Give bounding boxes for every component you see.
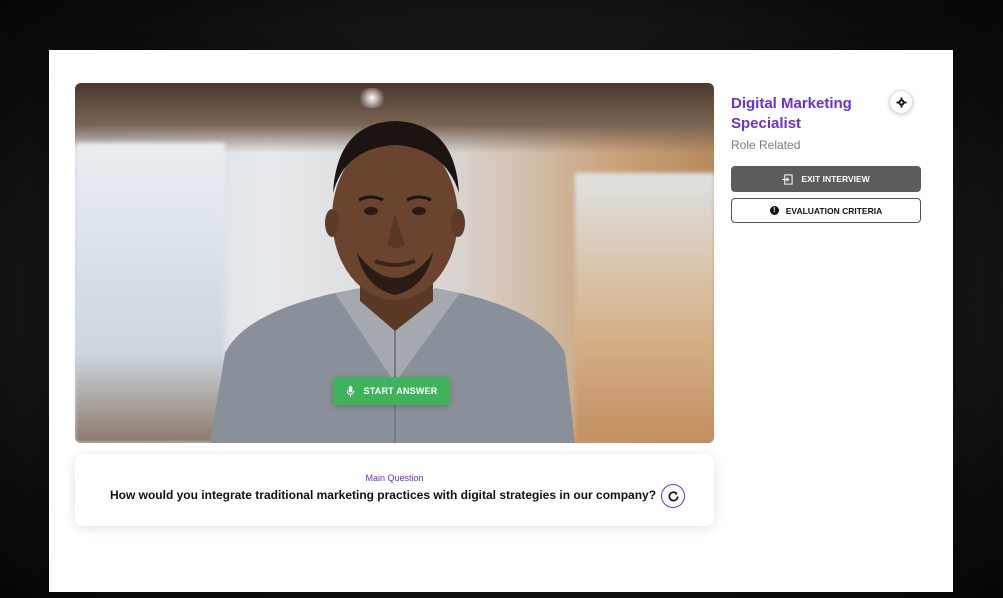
exit-interview-label: EXIT INTERVIEW: [801, 174, 870, 184]
info-icon: !: [769, 206, 779, 215]
question-kicker: Main Question: [365, 473, 424, 483]
refresh-icon: [668, 490, 679, 501]
refresh-question-button[interactable]: [661, 484, 685, 508]
evaluation-criteria-label: EVALUATION CRITERIA: [785, 205, 883, 216]
evaluation-criteria-button[interactable]: ! EVALUATION CRITERIA: [731, 198, 921, 223]
start-answer-button[interactable]: START ANSWER: [333, 377, 450, 405]
microphone-icon: [346, 385, 354, 397]
gear-icon: [895, 96, 907, 108]
exit-interview-button[interactable]: EXIT INTERVIEW: [731, 166, 921, 192]
settings-button[interactable]: [889, 90, 913, 114]
question-card: Main Question How would you integrate tr…: [75, 454, 714, 526]
start-answer-label: START ANSWER: [363, 386, 438, 396]
exit-icon: [782, 173, 793, 185]
role-title: Digital Marketing Specialist: [731, 95, 852, 132]
role-category: Role Related: [731, 138, 801, 152]
question-text: How would you integrate traditional mark…: [109, 488, 657, 502]
